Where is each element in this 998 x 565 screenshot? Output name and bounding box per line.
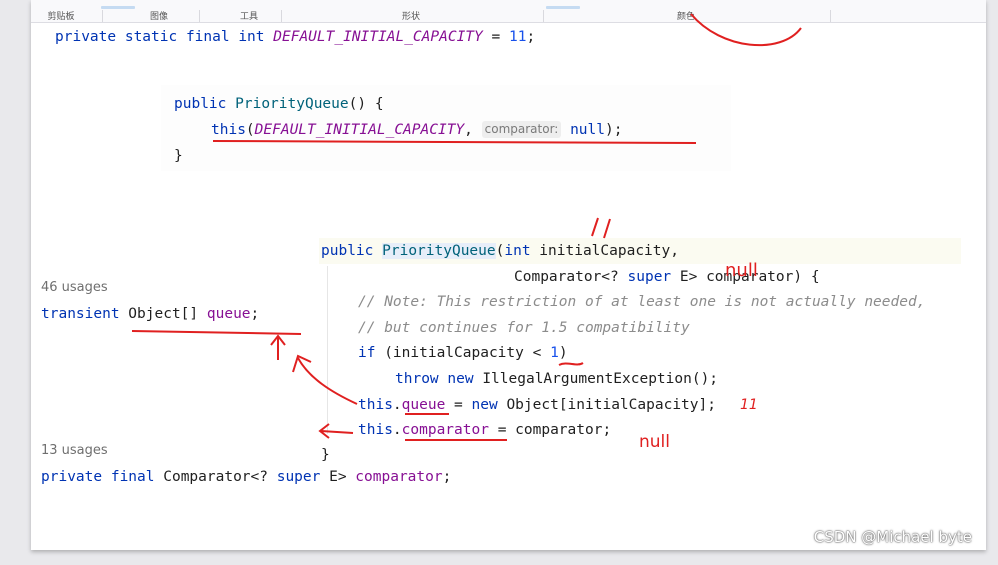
ribbon-tab-indicator	[101, 6, 135, 9]
ribbon-group-colors[interactable]: 颜色	[666, 12, 706, 22]
code-keyword: if	[358, 345, 376, 361]
code-keyword: int	[504, 243, 531, 259]
code-text: () {	[348, 96, 384, 112]
parameter-hint: comparator:	[481, 121, 562, 138]
code-keyword: private final	[41, 469, 155, 485]
code-ctor1-signature: public PriorityQueue() {	[174, 95, 384, 113]
code-text: initialCapacity,	[530, 243, 679, 259]
code-text: .	[392, 397, 402, 413]
document-canvas: 剪贴板 图像 工具 形状 颜色 private static final int…	[31, 0, 986, 550]
code-field-name: comparator	[401, 422, 489, 438]
code-text: Object[initialCapacity];	[497, 397, 716, 413]
code-ctor1-call: this(DEFAULT_INITIAL_CAPACITY, comparato…	[211, 121, 622, 139]
code-keyword: null	[570, 122, 605, 138]
handwritten-null-top: null	[725, 260, 758, 281]
code-text: Object[]	[119, 306, 207, 322]
code-keyword: this	[358, 397, 393, 413]
code-text: Comparator<?	[154, 469, 277, 485]
code-text: = comparator;	[488, 422, 612, 438]
code-text: );	[605, 122, 623, 138]
ribbon-separator	[102, 10, 103, 22]
code-text: ;	[250, 306, 260, 322]
code-method-name: PriorityQueue	[382, 243, 496, 259]
ink-double-slash	[591, 217, 611, 239]
code-keyword: this	[211, 122, 246, 138]
code-field-queue: transient Object[] queue;	[41, 305, 259, 323]
ribbon-tab-indicator	[546, 6, 580, 9]
code-keyword: public	[321, 243, 374, 259]
ribbon-separator	[830, 10, 831, 22]
code-ctor2-line1: public PriorityQueue(int initialCapacity…	[321, 242, 679, 260]
code-number: 11	[508, 29, 527, 45]
code-keyword: this	[358, 422, 393, 438]
code-text: IllegalArgumentException();	[473, 371, 719, 387]
code-text: =	[482, 29, 509, 45]
ribbon-separator	[281, 10, 282, 22]
code-text: Comparator<?	[514, 269, 628, 285]
handwritten-null-bottom: null	[639, 432, 670, 452]
code-text: ;	[526, 29, 536, 45]
ribbon-group-clipboard[interactable]: 剪贴板	[41, 12, 81, 22]
code-keyword: super	[627, 269, 672, 285]
usages-hint-comparator[interactable]: 13 usages	[41, 443, 108, 458]
handwritten-eleven: 11	[740, 397, 758, 413]
ink-underline-queue	[131, 330, 302, 335]
ribbon-group-image[interactable]: 图像	[139, 12, 179, 22]
code-text: )	[558, 345, 568, 361]
indent-guide	[327, 266, 328, 434]
code-keyword: private static final int	[55, 29, 265, 45]
ribbon-separator	[543, 10, 544, 22]
code-constant: DEFAULT_INITIAL_CAPACITY	[273, 29, 483, 45]
code-keyword: super	[276, 469, 321, 485]
ink-arrow-up-small	[270, 334, 286, 360]
ribbon-toolbar: 剪贴板 图像 工具 形状 颜色	[31, 0, 986, 23]
csdn-watermark: CSDN @Michael byte	[813, 528, 972, 546]
code-field-name: comparator	[355, 469, 443, 485]
code-ctor1-close: }	[174, 148, 183, 164]
code-assign-comparator: this.comparator = comparator;	[358, 421, 611, 439]
code-field-comparator: private final Comparator<? super E> comp…	[41, 468, 451, 486]
code-line-default-capacity: private static final int DEFAULT_INITIAL…	[55, 28, 535, 46]
code-text: ;	[442, 469, 452, 485]
code-field-name: queue	[206, 306, 251, 322]
code-keyword: public	[174, 96, 227, 112]
code-method-name: PriorityQueue	[235, 96, 349, 112]
code-keyword: transient	[41, 306, 120, 322]
ribbon-group-shapes[interactable]: 形状	[391, 12, 431, 22]
code-number: 1	[550, 345, 559, 361]
code-assign-queue: this.queue = new Object[initialCapacity]…	[358, 396, 716, 414]
code-text: ,	[464, 122, 473, 138]
code-comment: // Note: This restriction of at least on…	[358, 294, 926, 310]
code-ctor2-close: }	[321, 447, 330, 463]
code-keyword: new	[471, 397, 498, 413]
code-field-name: queue	[401, 397, 446, 413]
code-ctor2-line2: Comparator<? super E> comparator) {	[514, 268, 820, 286]
code-keyword: new	[447, 371, 474, 387]
usages-hint-queue[interactable]: 46 usages	[41, 280, 108, 295]
code-text: (	[245, 122, 255, 138]
code-if-line: if (initialCapacity < 1)	[358, 344, 568, 362]
code-text: (initialCapacity <	[375, 345, 551, 361]
code-throw-line: throw new IllegalArgumentException();	[395, 370, 718, 388]
code-keyword: throw	[395, 371, 439, 387]
code-text: E>	[320, 469, 356, 485]
code-text: =	[445, 397, 472, 413]
code-constant: DEFAULT_INITIAL_CAPACITY	[254, 122, 465, 138]
code-comment: // but continues for 1.5 compatibility	[358, 320, 690, 336]
code-text: .	[392, 422, 402, 438]
ribbon-group-tools[interactable]: 工具	[229, 12, 269, 22]
ribbon-separator	[199, 10, 200, 22]
